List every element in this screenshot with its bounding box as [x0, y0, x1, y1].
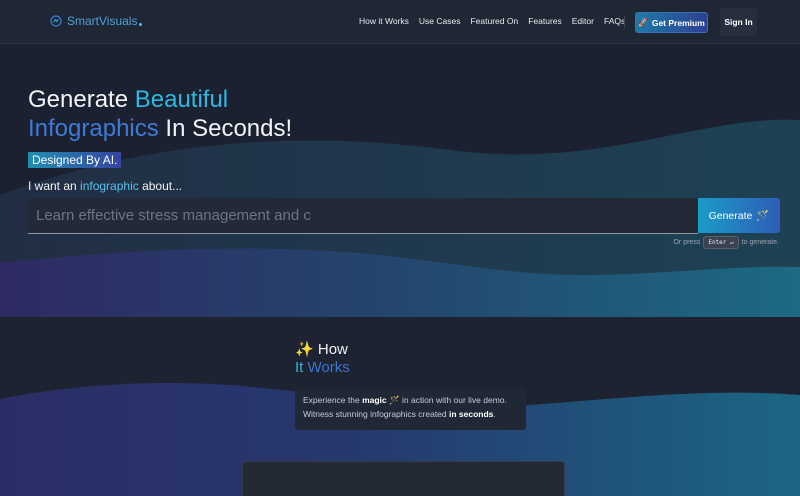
desc-part-6: .	[493, 409, 496, 419]
desc-part-3: in action with our live demo.	[399, 395, 507, 405]
how-it-works-title-part-3: Works	[307, 359, 350, 376]
sparkles-icon: ✨	[295, 341, 314, 358]
headline-part-3: Infographics	[28, 115, 159, 142]
logo-icon	[50, 15, 62, 27]
rocket-icon: 🚀	[638, 17, 649, 27]
hero-headline: Generate Beautiful Infographics In Secon…	[28, 85, 292, 143]
hero-section: Generate Beautiful Infographics In Secon…	[0, 45, 800, 317]
generate-button[interactable]: Generate 🪄	[698, 198, 780, 233]
desc-magic: magic	[362, 395, 387, 405]
get-premium-label: Get Premium	[651, 17, 705, 28]
hint-prefix: Or press	[673, 239, 701, 246]
headline-part-2: Beautiful	[134, 86, 229, 113]
how-it-works-title-part-1: How	[317, 341, 348, 358]
live-demo-frame	[242, 461, 565, 496]
how-it-works-description: Experience the magic 🪄 in action with ou…	[295, 388, 526, 430]
magic-wand-icon: 🪄	[756, 210, 770, 222]
enter-hint: Or press Enter ↵ to generate.	[673, 236, 779, 249]
how-it-works-title: ✨ How It Works	[295, 341, 350, 377]
nav-link-faqs[interactable]: FAQs	[604, 16, 625, 26]
headline-part-4: In Seconds!	[158, 115, 293, 142]
prompt-keyword: infographic	[80, 179, 139, 193]
nav-link-featured-on[interactable]: Featured On	[470, 16, 518, 26]
nav-link-how-it-works[interactable]: How it Works	[359, 16, 409, 26]
how-it-works-section: ✨ How It Works Experience the magic 🪄 in…	[0, 317, 800, 496]
get-premium-button[interactable]: 🚀 Get Premium	[635, 12, 708, 33]
topic-search-bar: Generate 🪄	[28, 198, 780, 234]
enter-key-badge: Enter ↵	[703, 236, 739, 249]
prompt-part-3: about...	[138, 179, 183, 193]
desc-in-seconds: in seconds	[449, 409, 494, 419]
topic-input[interactable]	[28, 198, 698, 234]
magic-wand-icon: 🪄	[389, 395, 400, 405]
desc-part-1: Experience the	[303, 395, 363, 405]
brand-dot	[139, 23, 143, 26]
sign-in-button[interactable]: Sign In	[720, 8, 757, 36]
nav-link-use-cases[interactable]: Use Cases	[419, 16, 461, 26]
nav-link-editor[interactable]: Editor	[572, 16, 594, 26]
how-it-works-title-part-2: It	[295, 359, 308, 376]
prompt-label: I want an infographic about...	[28, 179, 182, 193]
top-navbar: SmartVisuals How it Works Use Cases Feat…	[0, 0, 800, 44]
headline-part-1: Generate	[28, 86, 135, 113]
desc-part-4: Witness stunning infographics created	[303, 409, 449, 419]
nav-link-features[interactable]: Features	[528, 16, 562, 26]
brand-logo[interactable]: SmartVisuals	[50, 14, 143, 28]
prompt-part-1: I want an	[28, 179, 81, 193]
nav-links: How it Works Use Cases Featured On Featu…	[359, 16, 625, 26]
nav-divider	[624, 16, 625, 28]
brand-name: SmartVisuals	[67, 14, 138, 28]
designed-by-ai-badge: Designed By AI.	[28, 152, 122, 168]
generate-label: Generate	[708, 209, 753, 222]
hint-suffix: to generate.	[741, 239, 779, 246]
